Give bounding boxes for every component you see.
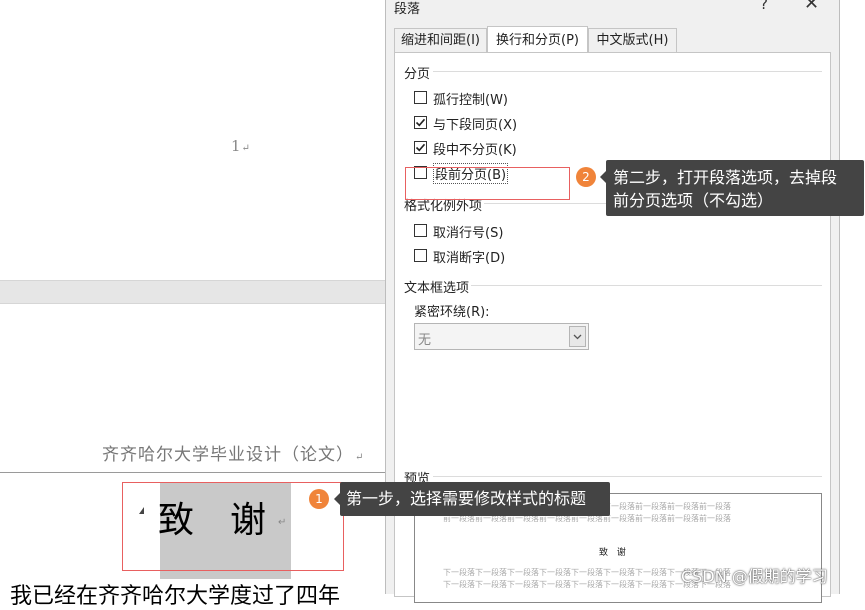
dialog-title: 段落 [394, 2, 421, 17]
header-rule [0, 472, 385, 473]
option-label: 孤行控制(W) [433, 93, 508, 108]
section-divider [471, 285, 822, 286]
chevron-down-icon[interactable] [569, 326, 586, 347]
section-divider [433, 71, 822, 72]
step-2-badge: 2 [576, 167, 596, 187]
preview-sample: 致 谢 [599, 548, 629, 558]
checkbox[interactable] [414, 91, 427, 104]
tight-wrap-select[interactable]: 无 [414, 323, 589, 350]
checkbox[interactable] [414, 249, 427, 262]
page-header: 齐齐哈尔大学毕业设计（论文）↵ [102, 445, 365, 465]
tab-asian-typography[interactable]: 中文版式(H) [588, 28, 677, 52]
textbox-section-title: 文本框选项 [404, 281, 470, 296]
tab-line-page-breaks[interactable]: 换行和分页(P) [487, 26, 588, 52]
section-divider [433, 476, 822, 477]
pagination-section-title: 分页 [404, 67, 431, 82]
help-icon[interactable]: ? [760, 0, 768, 13]
checkbox-checked[interactable] [414, 116, 427, 129]
tooltip-line: 前分页选项（不勾选） [613, 191, 774, 210]
page-separator [0, 280, 385, 304]
tight-wrap-label: 紧密环绕(R): [414, 305, 490, 320]
checkmark-icon [415, 118, 426, 127]
body-text[interactable]: 我已经在齐齐哈尔大学度过了四年 [10, 578, 340, 610]
tooltip-line: 第二步，打开段落选项，去掉段 [613, 168, 838, 187]
page-number: 1↵ [231, 137, 250, 155]
checkbox[interactable] [414, 224, 427, 237]
close-icon[interactable]: ✕ [804, 0, 819, 14]
select-value: 无 [418, 333, 432, 348]
step-1-tooltip: 第一步，选择需要修改样式的标题 [334, 482, 610, 516]
checkbox-checked[interactable] [414, 141, 427, 154]
watermark: CSDN @假期的学习 [681, 567, 828, 586]
option-highlight-box [405, 167, 570, 200]
option-label: 段中不分页(K) [433, 143, 517, 158]
checkmark-icon [415, 143, 426, 152]
step-2-tooltip: 第二步，打开段落选项，去掉段 前分页选项（不勾选） [600, 160, 864, 216]
option-label: 与下段同页(X) [433, 118, 518, 133]
option-label: 取消断字(D) [433, 251, 506, 266]
option-label: 取消行号(S) [433, 226, 504, 241]
previous-page-text [0, 0, 385, 6]
tab-indent-spacing[interactable]: 缩进和间距(I) [394, 28, 487, 52]
step-1-badge: 1 [309, 489, 329, 509]
